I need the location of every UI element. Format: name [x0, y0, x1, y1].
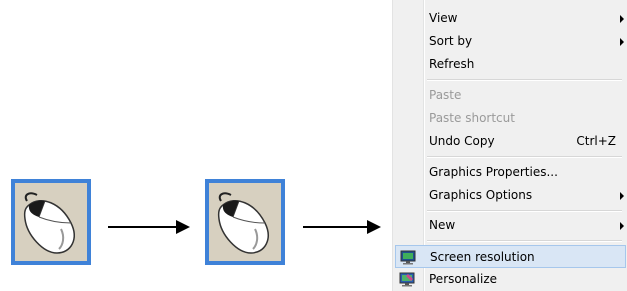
menu-item-paste-shortcut[interactable]: Paste shortcut — [395, 107, 626, 130]
mouse-icon — [23, 192, 75, 254]
mouse-icon — [217, 192, 269, 254]
menu-item-label: Paste — [429, 88, 462, 102]
mouse-right-click-icon — [11, 179, 91, 265]
menu-item-screen-resolution[interactable]: Screen resolution — [395, 245, 626, 268]
menu-item-label: Graphics Properties... — [429, 165, 558, 179]
submenu-arrow-icon — [620, 222, 624, 230]
menu-item-label: Undo Copy — [429, 134, 495, 148]
menu-item-label: New — [429, 218, 456, 232]
menu-item-shortcut: Ctrl+Z — [576, 134, 616, 148]
menu-item-label: Graphics Options — [429, 188, 533, 202]
menu-item-label: Refresh — [429, 57, 475, 71]
submenu-arrow-icon — [620, 15, 624, 23]
menu-item-paste[interactable]: Paste — [395, 84, 626, 107]
personalize-icon — [399, 272, 415, 287]
menu-item-view[interactable]: View — [395, 7, 626, 30]
mouse-right-click-icon — [205, 179, 285, 265]
menu-item-sort-by[interactable]: Sort by — [395, 30, 626, 53]
menu-separator — [427, 210, 622, 212]
menu-item-label: Screen resolution — [430, 250, 535, 264]
menu-item-personalize[interactable]: Personalize — [395, 268, 626, 291]
menu-item-graphics-properties[interactable]: Graphics Properties... — [395, 161, 626, 184]
menu-separator — [427, 156, 622, 158]
menu-item-label: Paste shortcut — [429, 111, 515, 125]
screen-resolution-icon — [400, 250, 416, 265]
arrow-right-icon — [108, 220, 190, 234]
menu-separator — [427, 79, 622, 81]
menu-item-label: View — [429, 11, 458, 25]
menu-separator — [427, 240, 622, 242]
menu-item-label: Personalize — [429, 272, 498, 286]
menu-item-undo-copy[interactable]: Undo Copy Ctrl+Z — [395, 130, 626, 153]
arrow-right-icon — [303, 220, 381, 234]
menu-item-new[interactable]: New — [395, 214, 626, 237]
desktop-context-menu: View Sort by Refresh Paste Paste shortcu… — [392, 0, 627, 291]
menu-item-refresh[interactable]: Refresh — [395, 53, 626, 76]
menu-item-graphics-options[interactable]: Graphics Options — [395, 184, 626, 207]
submenu-arrow-icon — [620, 192, 624, 200]
submenu-arrow-icon — [620, 38, 624, 46]
menu-item-label: Sort by — [429, 34, 473, 48]
